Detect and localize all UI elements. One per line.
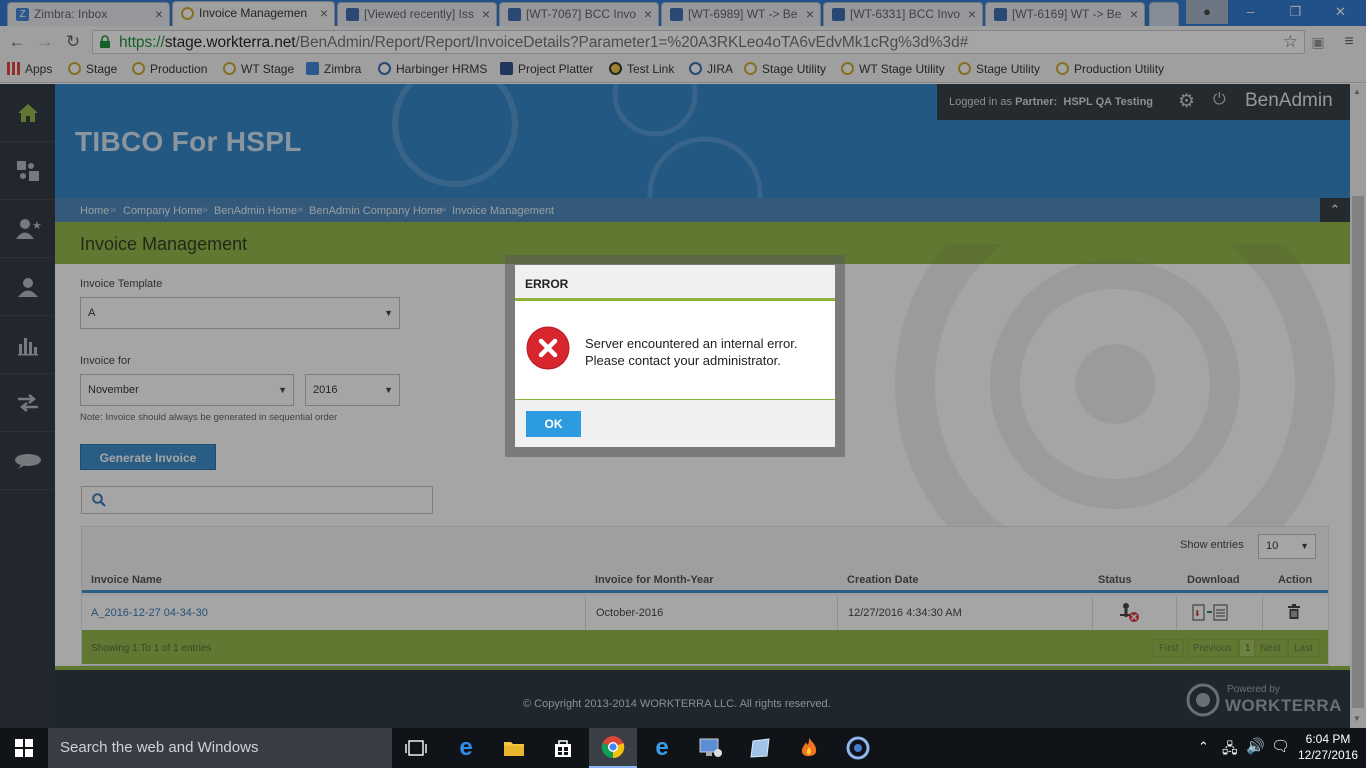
taskbar-firefox[interactable] — [785, 728, 833, 768]
error-icon — [526, 326, 570, 370]
taskbar-chrome[interactable] — [589, 728, 637, 768]
taskbar-remote-desktop[interactable] — [687, 728, 735, 768]
flame-icon — [801, 738, 817, 757]
taskbar-app[interactable] — [834, 728, 882, 768]
network-icon[interactable]: 🖧 — [1222, 738, 1238, 762]
taskbar-internet-explorer[interactable]: e — [638, 728, 686, 768]
windows-taskbar: Search the web and Windows e e ⌃ 🖧 🔊 🗨 6… — [0, 728, 1366, 768]
dialog-message-line1: Server encountered an internal error. — [585, 336, 798, 351]
remote-desktop-icon — [699, 738, 722, 757]
taskbar-edge[interactable]: e — [442, 728, 490, 768]
circular-app-icon — [846, 736, 870, 760]
dialog-header: ERROR — [515, 265, 835, 301]
dialog-message-line2: Please contact your administrator. — [585, 353, 781, 368]
volume-icon[interactable]: 🔊 — [1246, 737, 1265, 755]
taskbar-search-text: Search the web and Windows — [60, 739, 259, 756]
show-hidden-icons-icon[interactable]: ⌃ — [1198, 739, 1209, 755]
error-dialog: ERROR Server encountered an internal err… — [515, 265, 835, 447]
action-center-icon[interactable]: 🗨 — [1271, 737, 1290, 755]
clock-time: 6:04 PM — [1305, 732, 1351, 746]
taskbar-search[interactable]: Search the web and Windows — [48, 728, 392, 768]
ok-button[interactable]: OK — [526, 411, 581, 437]
task-view-icon — [405, 740, 427, 756]
clock-date: 12/27/2016 — [1297, 748, 1359, 762]
folder-icon — [504, 742, 524, 756]
windows-logo-icon — [15, 739, 33, 757]
chrome-icon — [601, 736, 625, 759]
dialog-title: ERROR — [525, 277, 569, 291]
task-view-button[interactable] — [392, 728, 440, 768]
taskbar-store[interactable] — [539, 728, 587, 768]
internet-explorer-icon: e — [655, 734, 669, 761]
notepad-icon — [750, 738, 770, 758]
store-bag-icon — [555, 740, 571, 757]
dialog-footer: OK — [515, 399, 835, 447]
edge-icon: e — [459, 734, 473, 761]
taskbar-clock[interactable]: 6:04 PM 12/27/2016 — [1296, 731, 1360, 763]
start-button[interactable] — [0, 728, 48, 768]
taskbar-notepad[interactable] — [736, 728, 784, 768]
taskbar-file-explorer[interactable] — [490, 728, 538, 768]
